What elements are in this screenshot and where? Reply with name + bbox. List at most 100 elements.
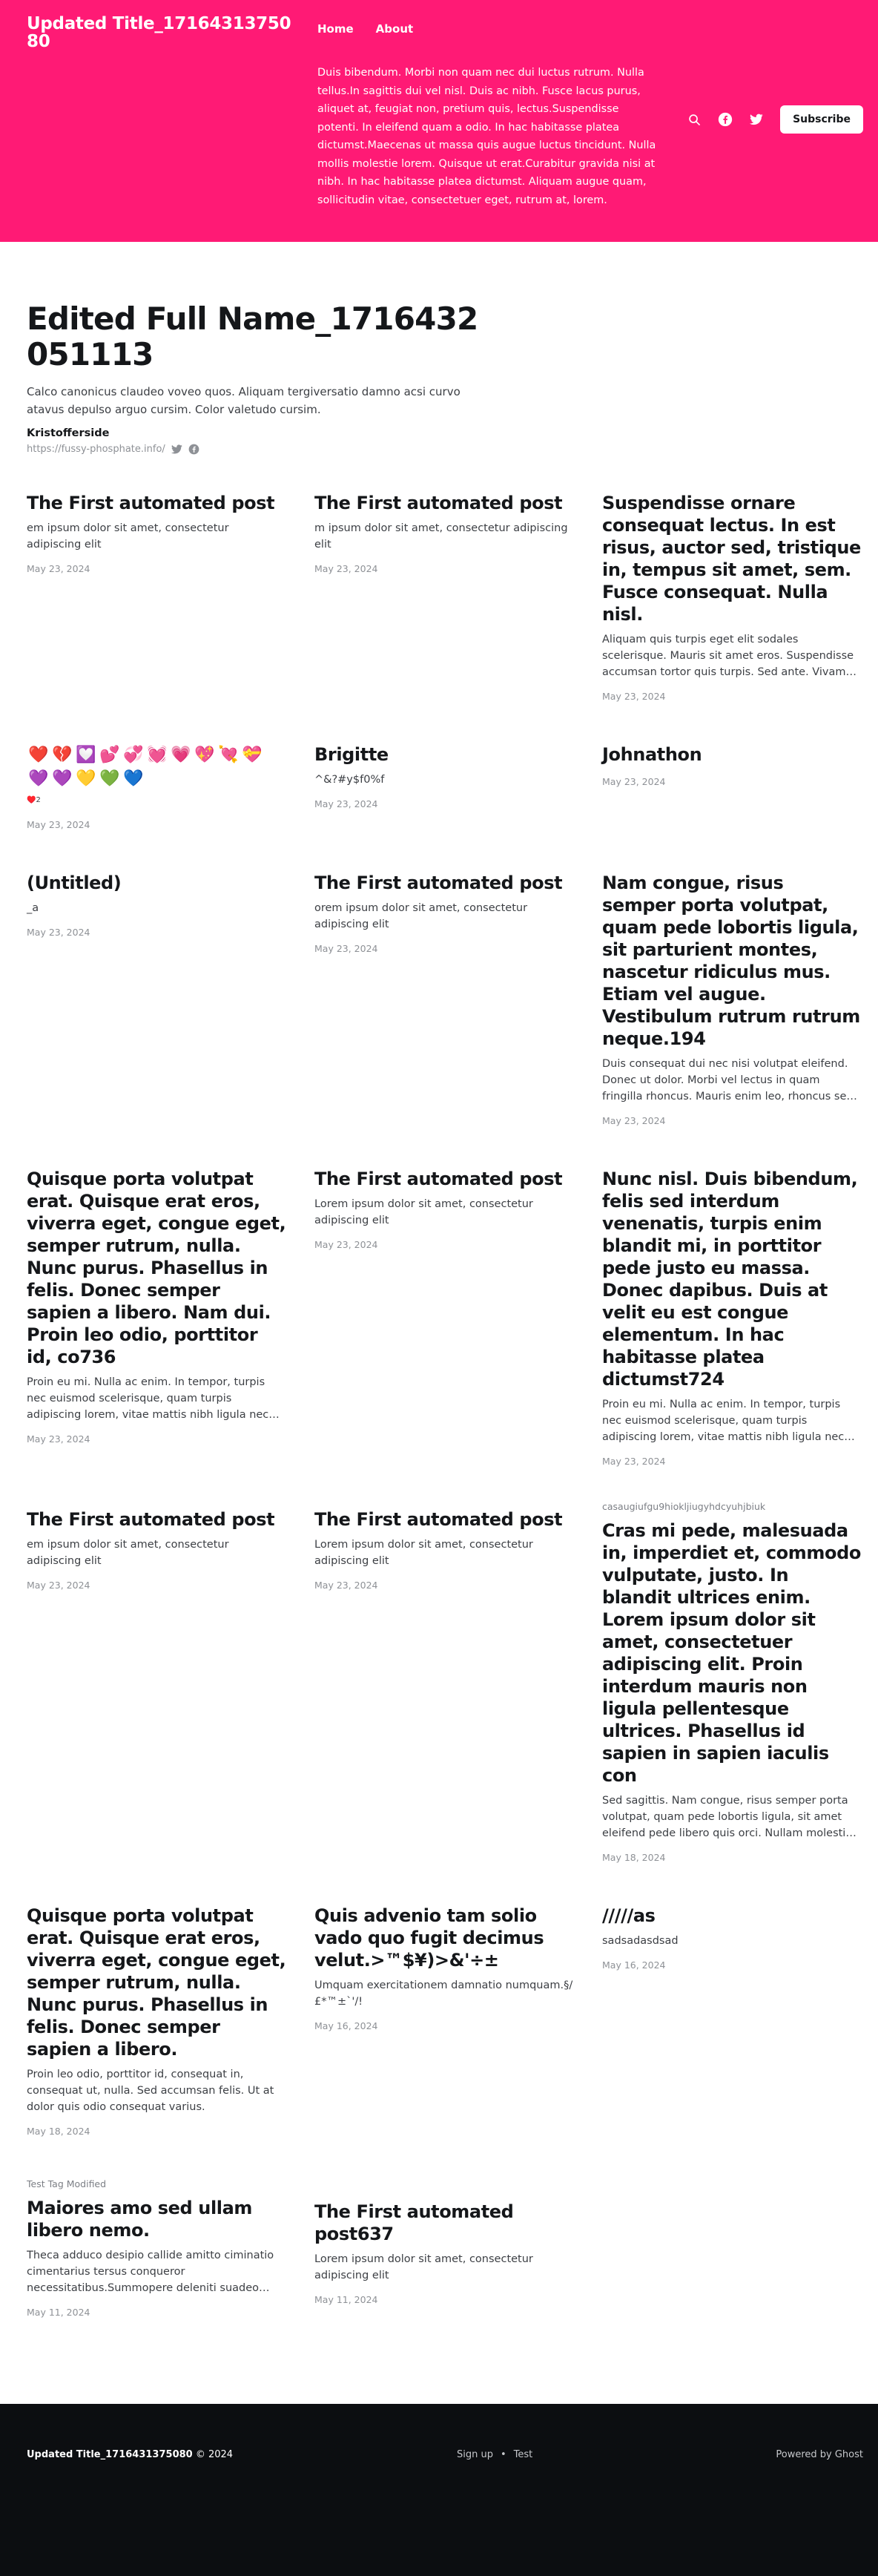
- post-card[interactable]: Brigitte ^&?#y$f0%f May 23, 2024: [314, 743, 574, 830]
- post-excerpt: Aliquam quis turpis eget elit sodales sc…: [602, 634, 859, 678]
- post-excerpt: Proin eu mi. Nulla ac enim. In tempor, t…: [602, 1399, 845, 1443]
- powered-by-link[interactable]: Powered by Ghost: [776, 2449, 863, 2460]
- heart-decoration-emoji: 💟: [76, 746, 96, 764]
- post-title[interactable]: The First automated post637: [314, 2201, 574, 2245]
- post-title[interactable]: Quis advenio tam solio vado quo fugit de…: [314, 1905, 574, 1971]
- post-card[interactable]: (Untitled) _a May 23, 2024: [27, 872, 286, 1126]
- post-title[interactable]: Quisque porta volutpat erat. Quisque era…: [27, 1905, 286, 2060]
- post-excerpt: Umquam exercitationem damnatio numquam.§…: [314, 1979, 573, 2008]
- post-date: May 16, 2024: [314, 2020, 378, 2031]
- post-date: May 23, 2024: [27, 819, 90, 830]
- post-excerpt: Proin leo odio, porttitor id, consequat …: [27, 2069, 274, 2113]
- post-excerpt: Lorem ipsum dolor sit amet, consectetur …: [314, 1539, 533, 1567]
- post-date: May 23, 2024: [602, 1115, 666, 1126]
- author-website-link[interactable]: https://fussy-phosphate.info/: [27, 444, 165, 455]
- post-title[interactable]: Brigitte: [314, 743, 574, 766]
- footer-link-test[interactable]: Test: [514, 2449, 533, 2460]
- purple-heart-emoji: 💜: [52, 769, 73, 788]
- post-excerpt: m ipsum dolor sit amet, consectetur adip…: [314, 522, 568, 551]
- post-card[interactable]: The First automated post em ipsum dolor …: [27, 1508, 286, 1863]
- post-title[interactable]: The First automated post: [314, 872, 574, 894]
- post-excerpt: ♥️2: [27, 796, 41, 804]
- post-date: May 23, 2024: [314, 798, 378, 809]
- post-title[interactable]: Maiores amo sed ullam libero nemo.: [27, 2197, 286, 2241]
- yellow-heart-emoji: 💛: [76, 769, 96, 788]
- post-card[interactable]: Quisque porta volutpat erat. Quisque era…: [27, 1168, 286, 1467]
- post-date: May 11, 2024: [314, 2294, 378, 2305]
- post-card[interactable]: Test Tag Modified Maiores amo sed ullam …: [27, 2178, 286, 2318]
- post-card[interactable]: The First automated post Lorem ipsum dol…: [314, 1168, 574, 1467]
- site-title[interactable]: Updated Title_1716431375080: [27, 15, 294, 50]
- post-title[interactable]: The First automated post: [27, 492, 286, 514]
- post-card[interactable]: ❤️ 💔 💟 💕 💞 💓 💗 💖 💘 💝 💜 💜 💛 💚 💙 ♥️2 May 2…: [27, 743, 286, 830]
- post-card[interactable]: The First automated post m ipsum dolor s…: [314, 492, 574, 702]
- post-date: May 23, 2024: [314, 563, 378, 574]
- post-excerpt: sadsadasdsad: [602, 1935, 679, 1947]
- heart-emoji: ❤️: [28, 746, 49, 764]
- post-card[interactable]: Johnathon May 23, 2024: [602, 743, 862, 830]
- site-header: Updated Title_1716431375080 Home About D…: [0, 0, 878, 242]
- post-excerpt: em ipsum dolor sit amet, consectetur adi…: [27, 1539, 229, 1567]
- facebook-icon[interactable]: [188, 444, 199, 455]
- post-title[interactable]: Cras mi pede, malesuada in, imperdiet et…: [602, 1519, 862, 1787]
- post-excerpt: _a: [27, 902, 39, 914]
- post-card[interactable]: The First automated post orem ipsum dolo…: [314, 872, 574, 1126]
- post-title[interactable]: The First automated post: [314, 1508, 574, 1531]
- author-meta: https://fussy-phosphate.info/: [27, 444, 851, 455]
- copyright-text: © 2024: [195, 2449, 234, 2460]
- broken-heart-emoji: 💔: [52, 746, 73, 764]
- sparkling-heart-emoji: 💖: [194, 746, 215, 764]
- nav-item-about[interactable]: About: [376, 22, 414, 36]
- post-title[interactable]: (Untitled): [27, 872, 286, 894]
- two-hearts-emoji: 💕: [99, 746, 120, 764]
- beating-heart-emoji: 💓: [147, 746, 168, 764]
- footer-site-title[interactable]: Updated Title_1716431375080: [27, 2449, 193, 2460]
- post-title[interactable]: Suspendisse ornare consequat lectus. In …: [602, 492, 862, 625]
- footer-copyright: Updated Title_1716431375080 © 2024: [27, 2449, 233, 2460]
- post-date: May 23, 2024: [27, 1433, 90, 1445]
- nav-item-home[interactable]: Home: [317, 22, 354, 36]
- footer-separator: •: [500, 2449, 506, 2460]
- purple-heart-square-emoji: 💜: [28, 769, 49, 788]
- post-title[interactable]: The First automated post: [27, 1508, 286, 1531]
- facebook-icon[interactable]: [718, 112, 733, 127]
- post-card[interactable]: Nam congue, risus semper porta volutpat,…: [602, 872, 862, 1126]
- footer-link-signup[interactable]: Sign up: [457, 2449, 493, 2460]
- twitter-icon[interactable]: [749, 112, 764, 127]
- post-tag[interactable]: Test Tag Modified: [27, 2178, 286, 2189]
- post-card[interactable]: Suspendisse ornare consequat lectus. In …: [602, 492, 862, 702]
- post-title[interactable]: Quisque porta volutpat erat. Quisque era…: [27, 1168, 286, 1368]
- post-card[interactable]: The First automated post Lorem ipsum dol…: [314, 1508, 574, 1863]
- post-date: May 23, 2024: [27, 927, 90, 938]
- subscribe-button[interactable]: Subscribe: [780, 105, 863, 134]
- post-card[interactable]: Quisque porta volutpat erat. Quisque era…: [27, 1905, 286, 2137]
- post-excerpt: Theca adduco desipio callide amitto cimi…: [27, 2250, 274, 2294]
- post-date: May 11, 2024: [27, 2307, 90, 2318]
- header-actions: Subscribe: [687, 105, 863, 134]
- post-excerpt: orem ipsum dolor sit amet, consectetur a…: [314, 902, 528, 930]
- post-date: May 18, 2024: [602, 1852, 666, 1863]
- search-icon[interactable]: [687, 112, 702, 127]
- twitter-icon[interactable]: [171, 444, 182, 454]
- growing-heart-emoji: 💗: [171, 746, 191, 764]
- footer-nav: Sign up • Test: [457, 2449, 532, 2460]
- heart-arrow-emoji: 💘: [218, 746, 239, 764]
- post-title[interactable]: /////as: [602, 1905, 862, 1927]
- heart-ribbon-emoji: 💝: [242, 746, 263, 764]
- post-title[interactable]: Johnathon: [602, 743, 862, 766]
- author-name: Edited Full Name_1716432051113: [27, 300, 478, 372]
- post-title[interactable]: The First automated post: [314, 1168, 574, 1190]
- post-title[interactable]: Nam congue, risus semper porta volutpat,…: [602, 872, 862, 1050]
- post-card[interactable]: /////as sadsadasdsad May 16, 2024: [602, 1905, 862, 2137]
- post-card[interactable]: The First automated post637 Lorem ipsum …: [314, 2201, 574, 2318]
- post-card[interactable]: The First automated post em ipsum dolor …: [27, 492, 286, 702]
- post-excerpt: ^&?#y$f0%f: [314, 774, 385, 786]
- post-card[interactable]: Quis advenio tam solio vado quo fugit de…: [314, 1905, 574, 2137]
- post-date: May 23, 2024: [602, 691, 666, 702]
- post-card[interactable]: casaugiufgu9hiokljiugyhdcyuhjbiuk Cras m…: [602, 1501, 862, 1863]
- post-date: May 16, 2024: [602, 1959, 666, 1971]
- post-card[interactable]: Nunc nisl. Duis bibendum, felis sed inte…: [602, 1168, 862, 1467]
- post-tag[interactable]: casaugiufgu9hiokljiugyhdcyuhjbiuk: [602, 1501, 862, 1512]
- post-title[interactable]: The First automated post: [314, 492, 574, 514]
- post-title[interactable]: Nunc nisl. Duis bibendum, felis sed inte…: [602, 1168, 862, 1390]
